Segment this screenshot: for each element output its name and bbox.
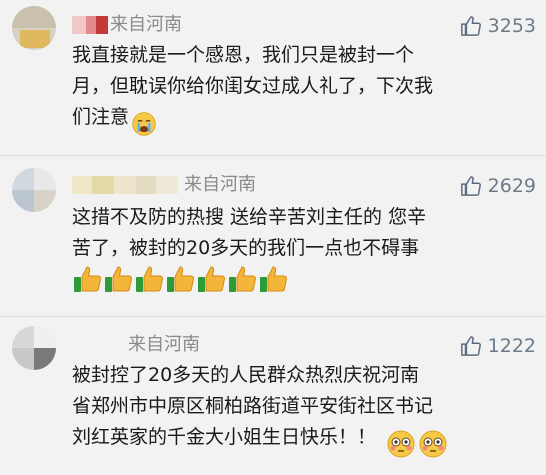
thumbs-up-emoji <box>260 266 287 292</box>
like-button[interactable]: 2629 <box>460 174 536 198</box>
avatar[interactable] <box>12 168 56 212</box>
flushed-face-emoji <box>386 428 416 459</box>
crying-face-emoji <box>131 108 157 139</box>
comment-text: 我直接就是一个感恩，我们只是被封一个 月，但耽误你给你闺女过成人礼了，下次我 们… <box>72 40 542 139</box>
comment-text: 这措不及防的热搜 送给辛苦刘主任的 您辛 苦了，被封的20多天的我们一点也不碍事 <box>72 202 542 264</box>
thumbs-up-emoji <box>229 266 256 292</box>
like-button[interactable]: 3253 <box>460 14 536 38</box>
thumbs-up-emoji <box>136 266 163 292</box>
comment-line: 省郑州市中原区桐柏路街道平安街社区书记 <box>72 395 434 417</box>
username-blurred[interactable] <box>72 176 178 194</box>
comment-line: 我直接就是一个感恩，我们只是被封一个 <box>72 44 415 66</box>
avatar[interactable] <box>12 6 56 50</box>
comment-line: 被封控了20多天的人民群众热烈庆祝河南 <box>72 364 420 386</box>
separator <box>0 316 546 317</box>
like-count: 3253 <box>487 15 536 37</box>
comment-line: 月，但耽误你给你闺女过成人礼了，下次我 <box>72 75 434 97</box>
like-count: 1222 <box>487 335 536 357</box>
like-count: 2629 <box>487 175 536 197</box>
comment-2: 来自河南 2629 这措不及防的热搜 送给辛苦刘主任的 您辛 苦了，被封的20多… <box>0 160 546 300</box>
emoji-row <box>72 264 288 294</box>
flushed-face-emoji <box>418 428 448 459</box>
comment-text: 被封控了20多天的人民群众热烈庆祝河南 省郑州市中原区桐柏路街道平安街社区书记 … <box>72 360 542 459</box>
comment-line: 刘红英家的千金大小姐生日快乐！！ <box>72 422 542 459</box>
comment-1: 来自河南 3253 我直接就是一个感恩，我们只是被封一个 月，但耽误你给你闺女过… <box>0 0 546 150</box>
thumbs-up-icon <box>460 176 481 196</box>
thumbs-up-emoji <box>167 266 194 292</box>
comment-location: 来自河南 <box>128 334 200 355</box>
comment-location: 来自河南 <box>184 174 256 195</box>
thumbs-up-emoji <box>105 266 132 292</box>
separator <box>0 155 546 156</box>
thumbs-up-icon <box>460 16 481 36</box>
comment-location: 来自河南 <box>110 14 182 35</box>
comment-3: 来自河南 1222 被封控了20多天的人民群众热烈庆祝河南 省郑州市中原区桐柏路… <box>0 320 546 475</box>
thumbs-up-emoji <box>74 266 101 292</box>
comment-line: 这措不及防的热搜 送给辛苦刘主任的 您辛 <box>72 206 427 228</box>
avatar[interactable] <box>12 326 56 370</box>
thumbs-up-icon <box>460 336 481 356</box>
like-button[interactable]: 1222 <box>460 334 536 358</box>
comment-line: 苦了，被封的20多天的我们一点也不碍事 <box>72 237 420 259</box>
comment-line: 们注意 <box>72 102 542 139</box>
username-blurred[interactable] <box>72 16 108 34</box>
thumbs-up-emoji <box>198 266 225 292</box>
